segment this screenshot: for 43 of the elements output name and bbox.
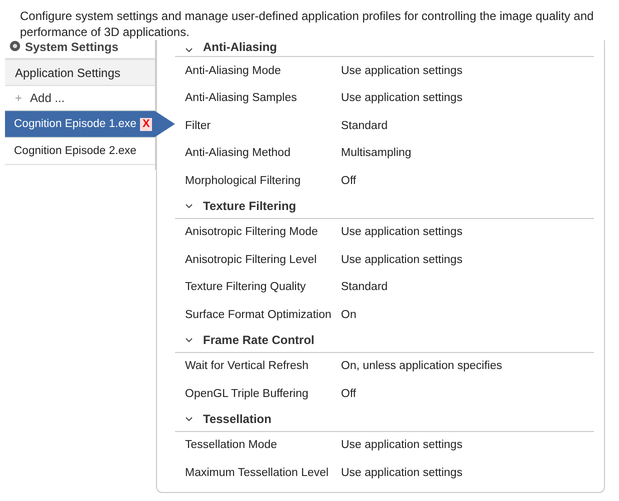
section-header[interactable]: Texture Filtering [175, 194, 594, 218]
setting-label: Anisotropic Filtering Mode [185, 226, 319, 238]
sidebar-item-label: System Settings [25, 40, 118, 54]
description-text: Configure system settings and manage user-defined application profiles for controlling the image quality and performance of 3D applications. [20, 8, 595, 40]
setting-value[interactable]: On, unless application specifies [341, 360, 502, 372]
setting-label: Texture Filtering Quality [185, 281, 307, 294]
setting-label: Anti-Aliasing Samples [185, 92, 298, 104]
setting-label: Wait for Vertical Refresh [185, 360, 310, 372]
setting-value[interactable]: Standard [341, 281, 388, 294]
setting-value[interactable]: Use application settings [341, 439, 462, 452]
setting-value[interactable]: Use application settings [341, 254, 462, 266]
section-title: Tessellation [203, 412, 272, 426]
setting-label: Surface Format Optimization [185, 308, 332, 321]
setting-label: Anti-Aliasing Mode [185, 64, 282, 77]
add-label: Add ... [30, 91, 65, 105]
delete-icon[interactable]: X [140, 118, 152, 130]
setting-label: Filter [185, 120, 212, 132]
section-header[interactable]: Frame Rate Control [175, 328, 594, 352]
section-header[interactable]: Anti-Aliasing [175, 40, 594, 57]
sidebar-item[interactable]: Application Settings [5, 59, 155, 86]
section-title: Texture Filtering [203, 199, 296, 213]
setting-label: Anisotropic Filtering Level [185, 254, 318, 266]
setting-label: OpenGL Triple Buffering [185, 388, 310, 400]
profile-label: Cognition Episode 1.exe [14, 118, 136, 130]
setting-value[interactable]: Use application settings [341, 466, 462, 479]
setting-label: Anti-Aliasing Method [185, 147, 292, 160]
setting-value[interactable]: Standard [341, 120, 388, 132]
sidebar-item[interactable]: System Settings [5, 40, 155, 59]
setting-label: Morphological Filtering [185, 174, 302, 187]
setting-value[interactable]: On [341, 308, 356, 321]
section-title: Frame Rate Control [203, 333, 314, 347]
setting-value[interactable]: Off [341, 388, 356, 400]
section-header[interactable]: Tessellation [175, 408, 594, 432]
setting-label: Maximum Tessellation Level [185, 466, 330, 479]
setting-value[interactable]: Use application settings [341, 226, 462, 238]
section-title: Anti-Aliasing [203, 40, 277, 54]
setting-value[interactable]: Off [341, 174, 356, 187]
profile-label: Cognition Episode 2.exe [14, 145, 136, 157]
setting-value[interactable]: Use application settings [341, 64, 462, 77]
setting-value[interactable]: Use application settings [341, 92, 462, 104]
plus-icon: + [15, 91, 22, 105]
setting-value[interactable]: Multisampling [341, 147, 412, 160]
setting-label: Tessellation Mode [185, 439, 278, 452]
